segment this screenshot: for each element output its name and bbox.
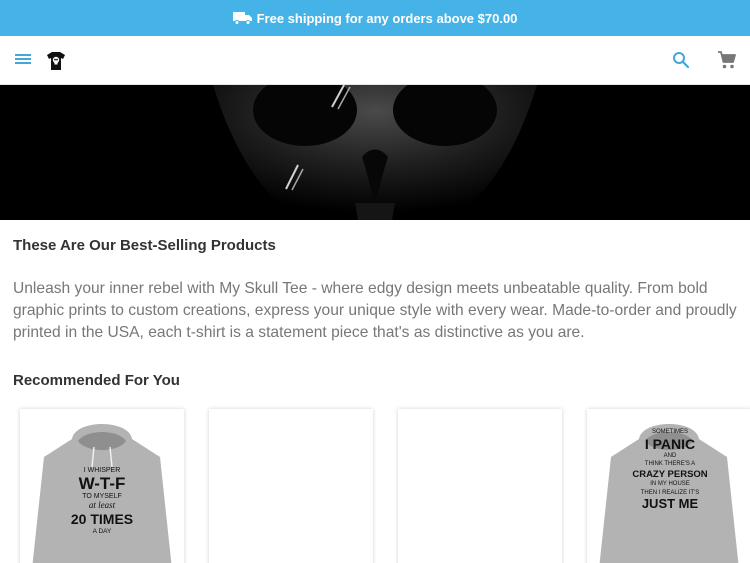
truck-icon <box>232 11 253 25</box>
menu-icon[interactable] <box>14 52 32 68</box>
product-card[interactable]: I WHISPER W-T-F TO MYSELF at least 20 TI… <box>20 409 184 563</box>
promo-bar: Free shipping for any orders above $70.0… <box>0 0 750 36</box>
site-header <box>0 36 750 85</box>
print-line: A DAY <box>93 528 112 535</box>
print-line: W-T-F <box>79 474 126 493</box>
print-line: SOMETIMES <box>652 429 688 435</box>
section-title: These Are Our Best-Selling Products <box>13 237 276 254</box>
search-icon[interactable] <box>672 51 690 69</box>
hoodie-image[interactable]: SOMETIMES I PANIC AND THINK THERE'S A CR… <box>587 409 750 563</box>
print-line: THINK THERE'S A <box>645 461 695 467</box>
print-line: AND <box>664 453 677 459</box>
recommended-title: Recommended For You <box>13 372 180 389</box>
product-card[interactable]: SOMETIMES I PANIC AND THINK THERE'S A CR… <box>587 409 750 563</box>
skull-tee-logo[interactable] <box>45 50 67 72</box>
store-description: Unleash your inner rebel with My Skull T… <box>13 280 737 341</box>
print-line: 20 TIMES <box>71 511 133 527</box>
product-card[interactable] <box>398 409 562 563</box>
product-card[interactable] <box>209 409 373 563</box>
print-line: TO MYSELF <box>82 493 122 500</box>
print-line: at least <box>89 500 116 510</box>
print-line: I PANIC <box>645 436 695 452</box>
print-line: I WHISPER <box>84 467 121 474</box>
cart-icon[interactable] <box>717 50 737 70</box>
hoodie-image[interactable]: I WHISPER W-T-F TO MYSELF at least 20 TI… <box>20 409 184 563</box>
print-line: CRAZY PERSON <box>632 469 707 480</box>
print-line: IN MY HOUSE <box>650 481 690 487</box>
promo-text: Free shipping for any orders above $70.0… <box>256 10 518 26</box>
print-line: JUST ME <box>642 496 699 511</box>
hero-banner[interactable] <box>0 85 750 220</box>
